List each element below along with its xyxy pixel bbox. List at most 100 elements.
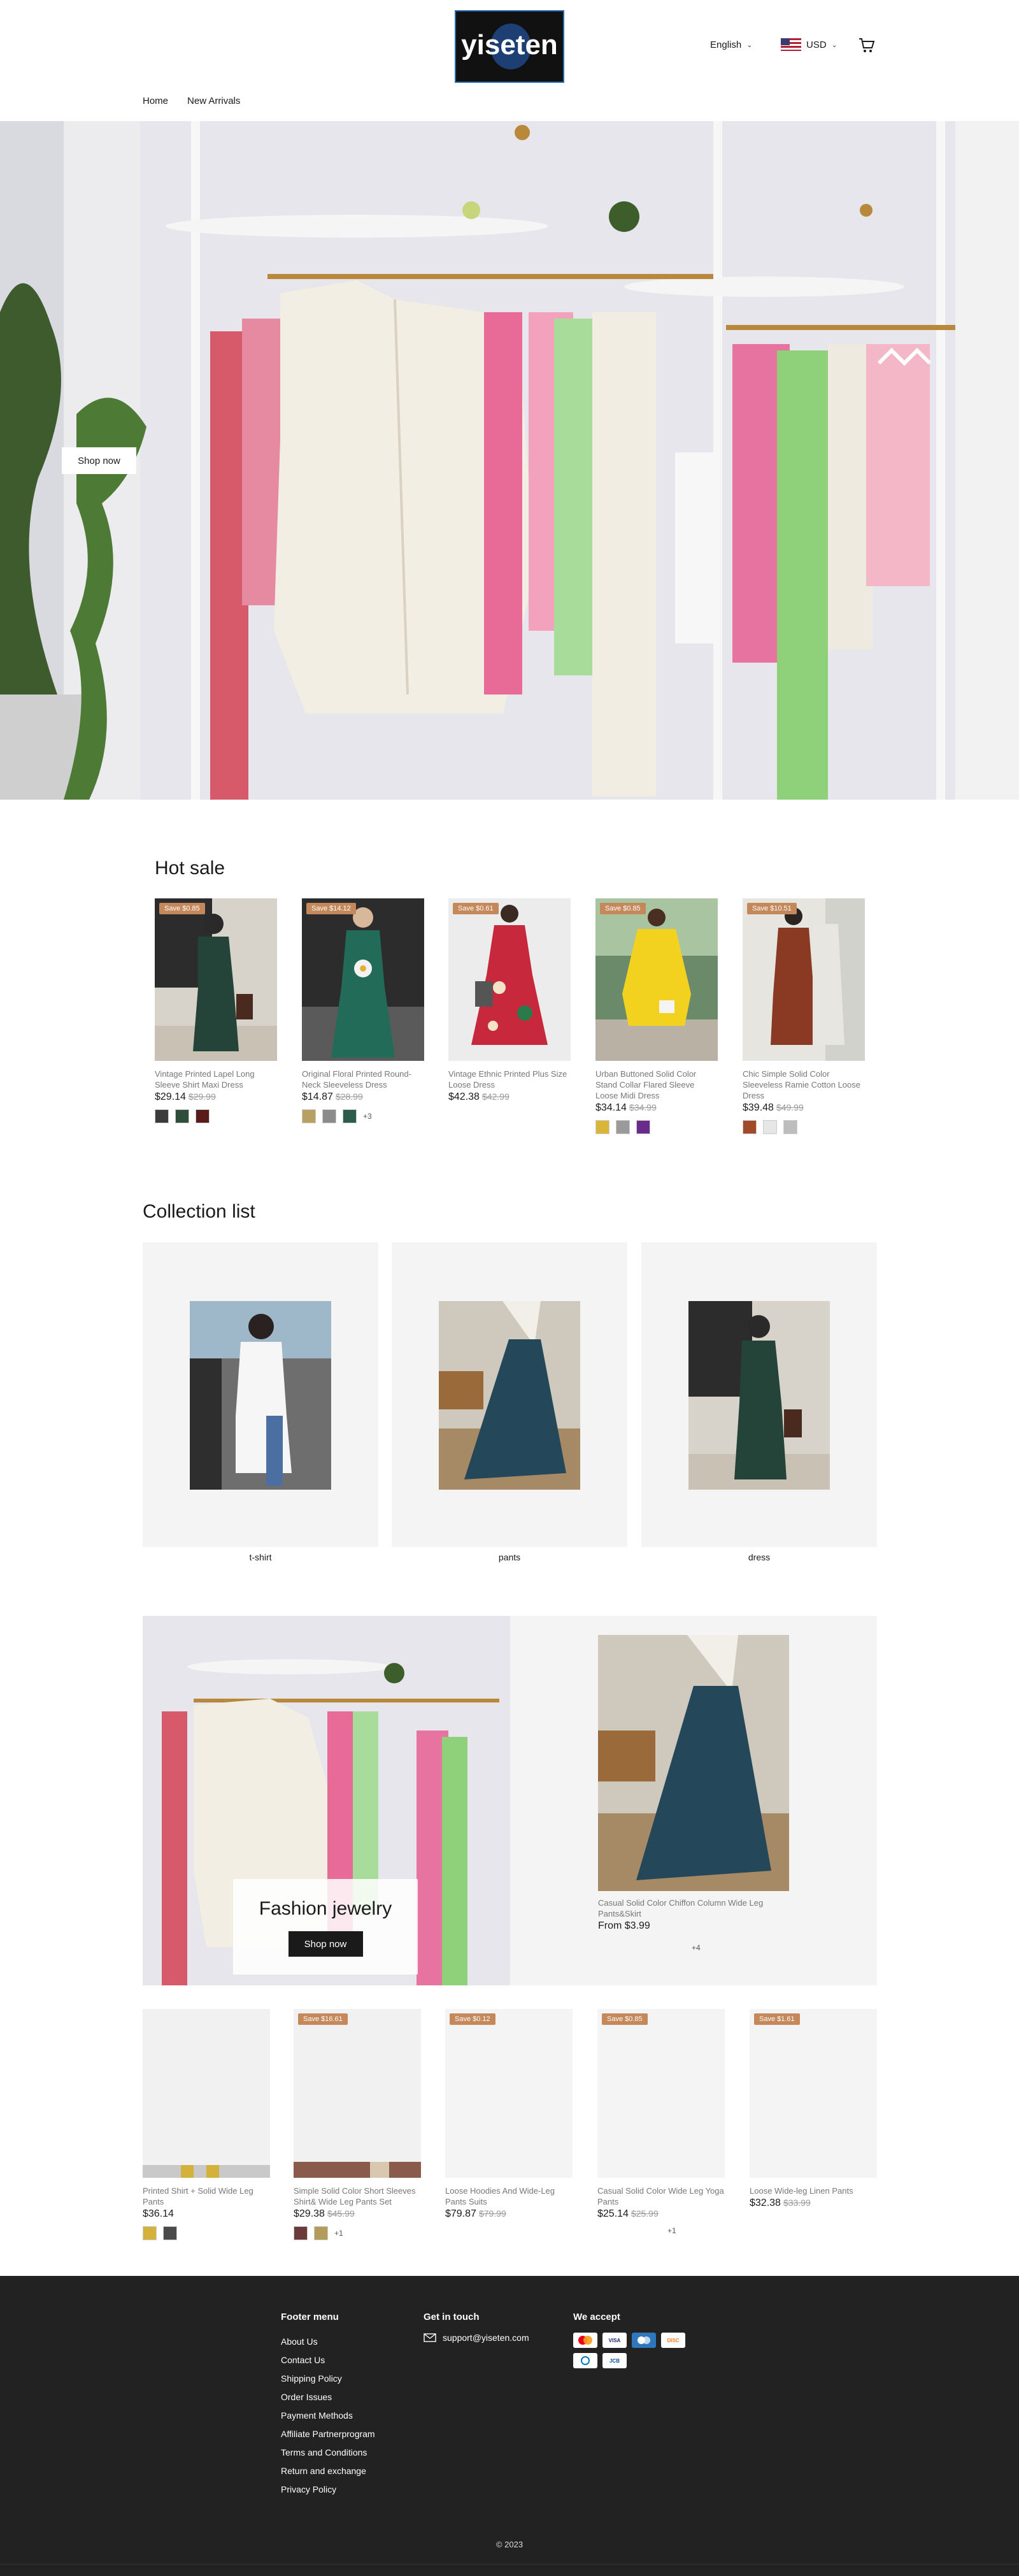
- collection-label[interactable]: t-shirt: [143, 1552, 378, 1562]
- color-swatch[interactable]: [322, 1109, 336, 1123]
- jewelry-shop-now-button[interactable]: Shop now: [288, 1931, 363, 1957]
- collection-label[interactable]: pants: [392, 1552, 627, 1562]
- currency-selector[interactable]: USD ⌄: [781, 38, 837, 51]
- product-title[interactable]: Urban Buttoned Solid Color Stand Collar …: [595, 1069, 718, 1101]
- discount-badge: Save $14.12: [306, 903, 356, 914]
- footer-link-shipping[interactable]: Shipping Policy: [281, 2370, 375, 2388]
- amex-icon: [632, 2333, 656, 2348]
- product-title[interactable]: Casual Solid Color Wide Leg Yoga Pants: [597, 2185, 725, 2207]
- footer-link-return[interactable]: Return and exchange: [281, 2462, 375, 2480]
- product-image[interactable]: Save $0.12: [445, 2009, 573, 2178]
- site-logo[interactable]: yiseten: [455, 10, 564, 83]
- footer-link-affiliate[interactable]: Affiliate Partnerprogram: [281, 2425, 375, 2443]
- product-card[interactable]: Save $0.61 Vintage Ethnic Printed Plus S…: [448, 898, 571, 1103]
- featured-product[interactable]: Casual Solid Color Chiffon Column Wide L…: [510, 1616, 877, 1985]
- swatch-list: +3: [302, 1109, 424, 1123]
- product-card[interactable]: Save $14.12 Original Floral Printed Roun…: [302, 898, 424, 1123]
- footer-link-order-issues[interactable]: Order Issues: [281, 2388, 375, 2407]
- color-swatch[interactable]: [196, 1109, 210, 1123]
- footer-link-payment[interactable]: Payment Methods: [281, 2407, 375, 2425]
- more-swatches[interactable]: +3: [363, 1112, 372, 1121]
- product-title[interactable]: Simple Solid Color Short Sleeves Shirt& …: [294, 2185, 421, 2207]
- collection-card-tshirt[interactable]: [143, 1242, 378, 1547]
- product-image[interactable]: [143, 2009, 270, 2178]
- language-label: English: [710, 40, 742, 50]
- nav-home[interactable]: Home: [143, 96, 168, 106]
- product-card[interactable]: Save $16.61 Simple Solid Color Short Sle…: [294, 2009, 421, 2240]
- discount-badge: Save $10.51: [747, 903, 797, 914]
- color-swatch[interactable]: [616, 1120, 630, 1134]
- footer-payments-title: We accept: [573, 2312, 620, 2322]
- featured-product-image[interactable]: [598, 1635, 789, 1891]
- footer-email-text[interactable]: support@yiseten.com: [443, 2333, 529, 2343]
- color-swatch[interactable]: [595, 1120, 609, 1134]
- product-card[interactable]: Save $1.61 Loose Wide-leg Linen Pants $3…: [750, 2009, 877, 2209]
- product-card[interactable]: Save $0.85 Vintage Printed Lapel Long Sl…: [155, 898, 277, 1123]
- product-title[interactable]: Original Floral Printed Round-Neck Sleev…: [302, 1069, 424, 1090]
- product-price: $36.14: [143, 2208, 270, 2220]
- color-swatch[interactable]: [302, 1109, 316, 1123]
- product-card[interactable]: Save $10.51 Chic Simple Solid Color Slee…: [743, 898, 865, 1134]
- product-card[interactable]: Save $0.85 Urban Buttoned Solid Color St…: [595, 898, 718, 1134]
- logo-text: yiseten: [461, 29, 558, 61]
- featured-product-title[interactable]: Casual Solid Color Chiffon Column Wide L…: [598, 1897, 789, 1919]
- product-image[interactable]: Save $0.85: [595, 898, 718, 1061]
- nav-new-arrivals[interactable]: New Arrivals: [187, 96, 240, 106]
- product-card[interactable]: Printed Shirt + Solid Wide Leg Pants $36…: [143, 2009, 270, 2240]
- color-swatch[interactable]: [143, 2226, 157, 2240]
- color-swatch[interactable]: [155, 1109, 169, 1123]
- price: $29.14: [155, 1091, 186, 1102]
- product-card[interactable]: Save $0.12 Loose Hoodies And Wide-Leg Pa…: [445, 2009, 573, 2220]
- price: $36.14: [143, 2208, 174, 2219]
- cart-icon[interactable]: [858, 36, 876, 54]
- product-image[interactable]: Save $0.61: [448, 898, 571, 1061]
- more-swatches[interactable]: +1: [667, 2226, 676, 2235]
- more-swatches[interactable]: +1: [334, 2229, 343, 2238]
- collection-card-dress[interactable]: [641, 1242, 877, 1547]
- product-title[interactable]: Vintage Ethnic Printed Plus Size Loose D…: [448, 1069, 571, 1090]
- product-title[interactable]: Vintage Printed Lapel Long Sleeve Shirt …: [155, 1069, 277, 1090]
- product-image[interactable]: Save $14.12: [302, 898, 424, 1061]
- color-swatch[interactable]: [294, 2226, 308, 2240]
- color-swatch[interactable]: [743, 1120, 757, 1134]
- language-selector[interactable]: English ⌄: [710, 40, 752, 50]
- collection-card-pants[interactable]: [392, 1242, 627, 1547]
- product-image[interactable]: Save $0.85: [597, 2009, 725, 2178]
- visa-icon: VISA: [602, 2333, 627, 2348]
- product-price: $42.38 $42.99: [448, 1091, 571, 1103]
- footer-link-contact[interactable]: Contact Us: [281, 2351, 375, 2370]
- color-swatch[interactable]: [783, 1120, 797, 1134]
- product-image[interactable]: Save $0.85: [155, 898, 277, 1061]
- color-swatch[interactable]: [175, 1109, 189, 1123]
- color-swatch[interactable]: [636, 1120, 650, 1134]
- collection-label[interactable]: dress: [641, 1552, 877, 1562]
- product-price: $29.14 $29.99: [155, 1091, 277, 1103]
- old-price: $49.99: [776, 1102, 804, 1112]
- chevron-down-icon: ⌄: [746, 41, 753, 49]
- color-swatch[interactable]: [314, 2226, 328, 2240]
- product-title[interactable]: Loose Wide-leg Linen Pants: [750, 2185, 877, 2196]
- footer-link-terms[interactable]: Terms and Conditions: [281, 2443, 375, 2462]
- product-image[interactable]: Save $10.51: [743, 898, 865, 1061]
- currency-label: USD: [806, 39, 827, 50]
- hero-shop-now-button[interactable]: Shop now: [62, 447, 136, 474]
- color-swatch[interactable]: [763, 1120, 777, 1134]
- color-swatch[interactable]: [343, 1109, 357, 1123]
- product-title[interactable]: Printed Shirt + Solid Wide Leg Pants: [143, 2185, 270, 2207]
- product-title[interactable]: Chic Simple Solid Color Sleeveless Ramie…: [743, 1069, 865, 1101]
- product-card[interactable]: Save $0.85 Casual Solid Color Wide Leg Y…: [597, 2009, 725, 2235]
- footer-link-privacy[interactable]: Privacy Policy: [281, 2480, 375, 2499]
- product-image[interactable]: Save $16.61: [294, 2009, 421, 2178]
- footer-email[interactable]: support@yiseten.com: [424, 2333, 529, 2343]
- color-swatch[interactable]: [163, 2226, 177, 2240]
- product-title[interactable]: Loose Hoodies And Wide-Leg Pants Suits: [445, 2185, 573, 2207]
- jewelry-banner: Fashion jewelry Shop now: [143, 1616, 510, 1985]
- footer-link-about[interactable]: About Us: [281, 2333, 375, 2351]
- more-swatches[interactable]: +4: [692, 1943, 701, 1952]
- mail-icon: [424, 2333, 436, 2342]
- hot-sale-title: Hot sale: [155, 858, 225, 879]
- product-image[interactable]: Save $1.61: [750, 2009, 877, 2178]
- discount-badge: Save $16.61: [298, 2013, 348, 2025]
- product-price: $29.38 $45.99: [294, 2208, 421, 2220]
- product-price: $39.48 $49.99: [743, 1102, 865, 1114]
